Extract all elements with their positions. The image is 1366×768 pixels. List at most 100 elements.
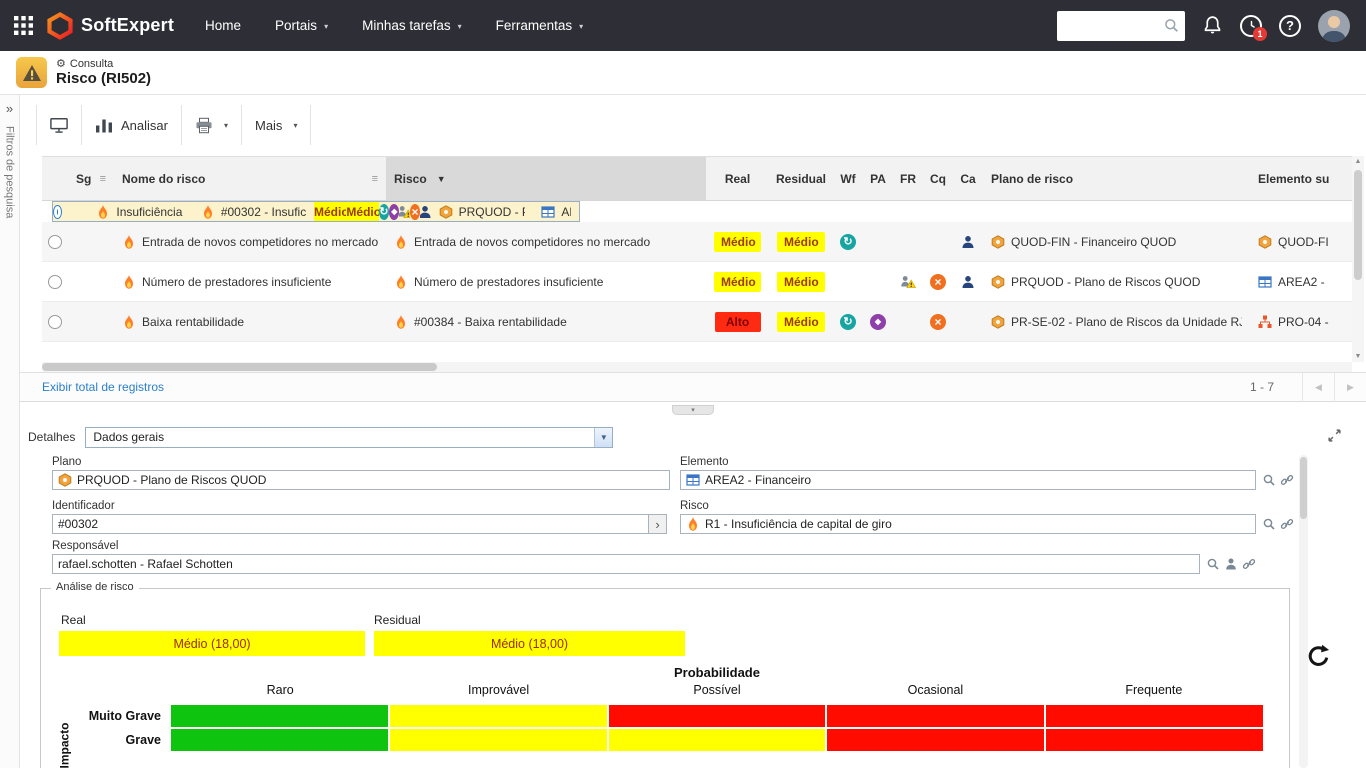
risco-associate-button[interactable] <box>1278 515 1295 533</box>
matrix-cell[interactable] <box>609 705 826 727</box>
scrollbar-thumb[interactable] <box>1354 170 1362 280</box>
table-row[interactable]: Insuficiência de capital de giro #00302 … <box>52 201 580 222</box>
chevron-down-icon[interactable]: ▾ <box>224 121 228 130</box>
panel-splitter[interactable]: ▾ <box>20 402 1366 418</box>
plano-field[interactable]: PRQUOD - Plano de Riscos QUOD <box>52 470 670 490</box>
help-button[interactable]: ? <box>1279 15 1301 37</box>
residual-risk-badge: Médio <box>777 312 825 332</box>
workflow-status-icon[interactable]: ↻ <box>840 234 856 250</box>
responsavel-user-button[interactable] <box>1222 555 1239 573</box>
responsavel-search-button[interactable] <box>1204 555 1221 573</box>
identificador-field[interactable]: #00302 <box>52 514 649 534</box>
risk-owner-warning-icon[interactable] <box>399 204 409 220</box>
print-button[interactable]: ▾ <box>182 105 242 145</box>
global-search-input[interactable] <box>1065 19 1164 33</box>
splitter-handle[interactable]: ▾ <box>672 405 714 415</box>
details-vertical-scrollbar[interactable] <box>1299 455 1308 768</box>
next-page-button[interactable]: ▶ <box>1334 373 1366 402</box>
control-quality-icon[interactable]: × <box>930 314 946 330</box>
scrollbar-thumb[interactable] <box>42 363 437 371</box>
matrix-cell[interactable] <box>171 729 388 751</box>
column-header-residual[interactable]: Residual <box>769 157 833 200</box>
column-header-fr[interactable]: FR <box>893 157 923 200</box>
analyst-person-icon[interactable] <box>420 204 430 220</box>
real-risk-badge: Médio <box>714 232 761 252</box>
responsavel-field[interactable]: rafael.schotten - Rafael Schotten <box>52 554 1200 574</box>
elemento-field[interactable]: AREA2 - Financeiro <box>680 470 1256 490</box>
brand-logo[interactable]: SoftExpert <box>47 12 174 40</box>
menu-ferramentas[interactable]: Ferramentas▾ <box>479 0 601 51</box>
row-radio[interactable] <box>53 205 62 219</box>
column-header-risco-sorted[interactable]: Risco▼ <box>386 157 706 200</box>
chevron-down-icon[interactable]: ▼ <box>594 428 612 447</box>
menu-home[interactable]: Home <box>188 0 258 51</box>
maximize-details-button[interactable] <box>1327 428 1342 448</box>
matrix-cell[interactable] <box>390 705 607 727</box>
user-avatar[interactable] <box>1318 10 1350 42</box>
table-row[interactable]: Entrada de novos competidores no mercado… <box>42 222 1352 262</box>
filters-panel-collapsed[interactable]: » Filtros de pesquisa <box>0 95 20 768</box>
scroll-up-icon[interactable]: ▲ <box>1355 158 1362 165</box>
control-quality-icon[interactable]: × <box>410 204 420 220</box>
column-header-wf[interactable]: Wf <box>833 157 863 200</box>
workflow-status-icon[interactable]: ↻ <box>379 204 389 220</box>
analyst-person-icon[interactable] <box>960 234 976 250</box>
matrix-cell[interactable] <box>390 729 607 751</box>
responsavel-associate-button[interactable] <box>1240 555 1257 573</box>
menu-minhas-tarefas[interactable]: Minhas tarefas▾ <box>345 0 479 51</box>
identificador-next-button[interactable]: › <box>649 514 667 534</box>
column-header-nome[interactable]: Nome do risco≡ <box>114 157 386 200</box>
matrix-cell[interactable] <box>1046 705 1263 727</box>
row-radio[interactable] <box>48 275 62 289</box>
scrollbar-thumb[interactable] <box>1300 457 1307 519</box>
table-row[interactable]: Número de prestadores insuficiente Númer… <box>42 262 1352 302</box>
matrix-cell[interactable] <box>827 705 1044 727</box>
analyst-person-icon[interactable] <box>960 274 976 290</box>
column-menu-icon[interactable]: ≡ <box>100 173 106 185</box>
table-horizontal-scrollbar[interactable] <box>42 362 1352 372</box>
pending-activities-button[interactable]: 1 <box>1240 15 1262 37</box>
table-vertical-scrollbar[interactable]: ▲ ▼ <box>1352 156 1364 362</box>
action-plan-status-icon[interactable]: ◆ <box>389 204 399 220</box>
previous-page-button[interactable]: ◀ <box>1302 373 1334 402</box>
column-header-sg[interactable]: Sg≡ <box>68 157 114 200</box>
column-header-elemento[interactable]: Elemento su <box>1250 157 1352 200</box>
workflow-status-icon[interactable]: ↻ <box>840 314 856 330</box>
risco-search-button[interactable] <box>1260 515 1277 533</box>
more-button[interactable]: Mais ▾ <box>242 105 311 145</box>
link-icon <box>1280 517 1294 531</box>
global-search-box[interactable] <box>1057 11 1185 41</box>
row-radio[interactable] <box>48 235 62 249</box>
residual-risk-badge: Médio <box>777 272 825 292</box>
matrix-cell[interactable] <box>171 705 388 727</box>
elemento-associate-button[interactable] <box>1278 471 1295 489</box>
view-record-button[interactable] <box>36 105 82 145</box>
matrix-cell[interactable] <box>609 729 826 751</box>
control-quality-icon[interactable]: × <box>930 274 946 290</box>
table-row[interactable]: Baixa rentabilidade #00384 - Baixa renta… <box>42 302 1352 342</box>
apps-grid-button[interactable] <box>0 16 37 35</box>
search-icon <box>1206 557 1220 571</box>
matrix-cell[interactable] <box>827 729 1044 751</box>
column-header-cq[interactable]: Cq <box>923 157 953 200</box>
matrix-cell[interactable] <box>1046 729 1263 751</box>
row-radio[interactable] <box>48 315 62 329</box>
notifications-bell-icon[interactable] <box>1202 15 1223 36</box>
elemento-search-button[interactable] <box>1260 471 1277 489</box>
action-plan-status-icon[interactable]: ◆ <box>870 314 886 330</box>
column-header-pa[interactable]: PA <box>863 157 893 200</box>
column-header-plano[interactable]: Plano de risco <box>983 157 1250 200</box>
analyze-button[interactable]: Analisar <box>82 105 182 145</box>
column-header-ca[interactable]: Ca <box>953 157 983 200</box>
risk-owner-warning-icon[interactable] <box>900 274 916 290</box>
column-header-real[interactable]: Real <box>706 157 769 200</box>
expand-filters-icon[interactable]: » <box>6 101 13 116</box>
column-menu-icon[interactable]: ≡ <box>372 173 378 185</box>
refresh-details-button[interactable] <box>1305 643 1332 675</box>
show-total-link[interactable]: Exibir total de registros <box>42 380 164 394</box>
sg-cell <box>68 262 114 301</box>
menu-portais[interactable]: Portais▾ <box>258 0 345 51</box>
risco-field[interactable]: R1 - Insuficiência de capital de giro <box>680 514 1256 534</box>
details-view-select[interactable]: Dados gerais ▼ <box>85 427 613 448</box>
scroll-down-icon[interactable]: ▼ <box>1355 353 1362 360</box>
